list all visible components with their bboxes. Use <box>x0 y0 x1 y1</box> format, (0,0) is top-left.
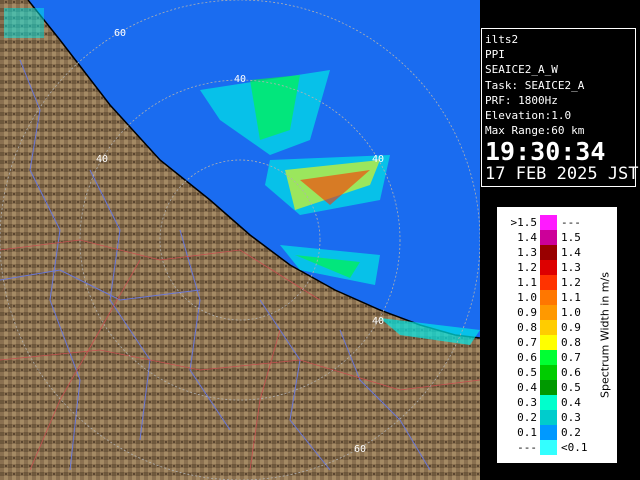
legend-low-label: 0.2 <box>517 411 537 424</box>
site-name: ilts2 <box>485 33 519 46</box>
legend-row: 1.3 1.4 <box>497 245 617 260</box>
legend-high-label: 0.9 <box>561 321 581 334</box>
legend-swatch <box>540 305 557 320</box>
elevation-value: Elevation:1.0 <box>485 109 572 123</box>
product-name: SEAICE2_A_W <box>485 63 558 77</box>
legend-row: 0.1 0.2 <box>497 425 617 440</box>
radar-ppi-map[interactable]: 60 40 40 40 40 60 <box>0 0 480 480</box>
legend-low-label: 1.4 <box>517 231 537 244</box>
scan-date: 17 FEB 2025 JST <box>485 164 639 185</box>
legend-high-label: 1.0 <box>561 306 581 319</box>
legend-row: 1.4 1.5 <box>497 230 617 245</box>
legend-low-label: --- <box>517 441 537 454</box>
legend-high-label: 1.5 <box>561 231 581 244</box>
legend-swatch <box>540 410 557 425</box>
range-label: 60 <box>114 28 126 39</box>
legend-swatch <box>540 350 557 365</box>
legend-high-label: --- <box>561 216 581 229</box>
task-name: Task: SEAICE2_A <box>485 78 585 92</box>
legend-low-label: 1.2 <box>517 261 537 274</box>
legend-high-label: 1.2 <box>561 276 581 289</box>
legend-swatch <box>540 365 557 380</box>
range-label: 40 <box>234 74 246 85</box>
range-label: 60 <box>354 444 366 455</box>
legend-high-label: 0.7 <box>561 351 581 364</box>
legend-high-label: 0.4 <box>561 396 581 409</box>
legend-low-label: 0.3 <box>517 396 537 409</box>
legend-swatch <box>540 425 557 440</box>
range-label: 40 <box>372 154 384 165</box>
legend-high-label: 0.6 <box>561 366 581 379</box>
legend-low-label: >1.5 <box>510 216 538 229</box>
legend-high-label: 1.4 <box>561 246 581 259</box>
legend-swatch <box>540 440 557 455</box>
max-range-value: Max Range:60 km <box>485 124 585 138</box>
legend-low-label: 0.6 <box>517 351 537 364</box>
legend-low-label: 0.1 <box>517 426 537 439</box>
legend-high-label: 0.3 <box>561 411 581 424</box>
range-label: 40 <box>96 154 108 165</box>
legend-low-label: 0.5 <box>517 366 537 379</box>
legend-low-label: 0.8 <box>517 321 537 334</box>
legend-swatch <box>540 245 557 260</box>
legend-low-label: 0.9 <box>517 306 537 319</box>
legend-row: --- <0.1 <box>497 440 617 455</box>
color-legend: >1.5 --- 1.4 1.5 1.3 1.4 1.2 1.3 1.1 1.2 1.0 1.1 0.9… <box>497 207 617 463</box>
legend-swatch <box>540 230 557 245</box>
legend-swatch <box>540 335 557 350</box>
scan-time: 19:30:34 <box>485 137 606 167</box>
legend-high-label: 1.3 <box>561 261 581 274</box>
legend-high-label: 0.2 <box>561 426 581 439</box>
legend-high-label: 0.8 <box>561 336 581 349</box>
legend-low-label: 1.3 <box>517 246 537 259</box>
legend-low-label: 1.1 <box>517 276 537 289</box>
legend-high-label: 1.1 <box>561 291 581 304</box>
legend-swatch <box>540 260 557 275</box>
legend-low-label: 1.0 <box>517 291 537 304</box>
legend-swatch <box>540 380 557 395</box>
legend-title: Spectrum Width in m/s <box>598 272 612 398</box>
legend-swatch <box>540 275 557 290</box>
legend-high-label: 0.5 <box>561 381 581 394</box>
range-label: 40 <box>372 316 384 327</box>
legend-low-label: 0.4 <box>517 381 537 394</box>
legend-low-label: 0.7 <box>517 336 537 349</box>
scan-type: PPI <box>485 48 505 62</box>
info-panel: ilts2 PPI SEAICE2_A_W Task: SEAICE2_A PR… <box>481 28 639 187</box>
legend-row: 0.2 0.3 <box>497 410 617 425</box>
legend-swatch <box>540 215 557 230</box>
legend-swatch <box>540 320 557 335</box>
legend-row: >1.5 --- <box>497 215 617 230</box>
prf-value: PRF: 1800Hz <box>485 93 558 107</box>
legend-swatch <box>540 395 557 410</box>
legend-swatch <box>540 290 557 305</box>
legend-high-label: <0.1 <box>561 441 588 454</box>
